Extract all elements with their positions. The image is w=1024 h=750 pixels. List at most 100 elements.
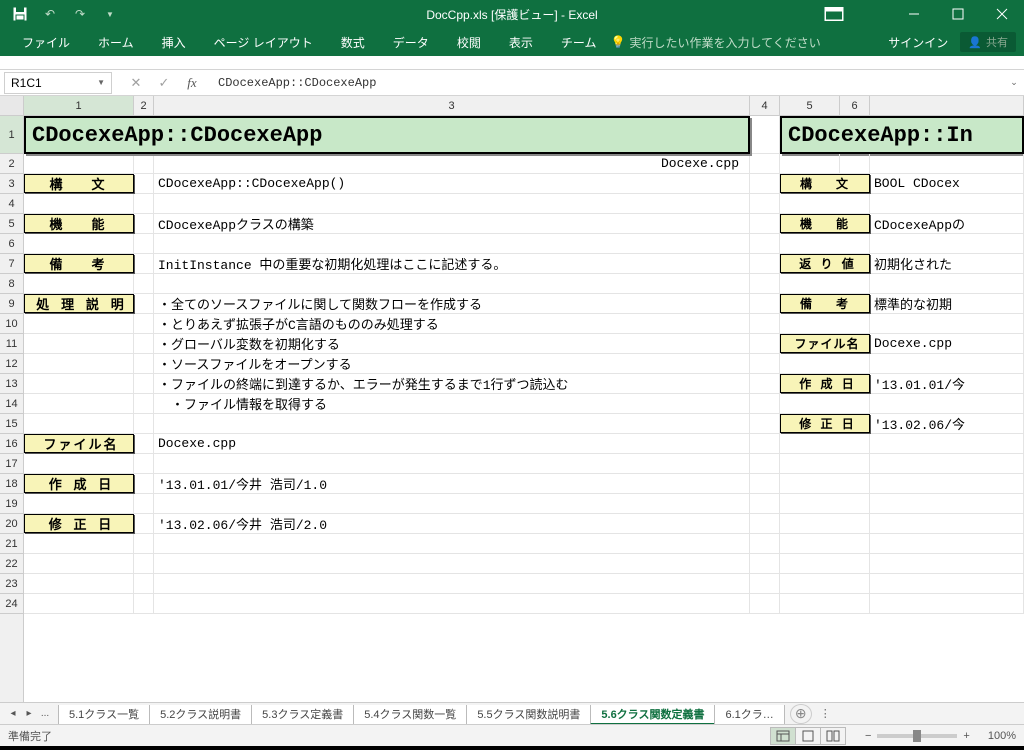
select-all-button[interactable] bbox=[0, 96, 24, 115]
cell[interactable] bbox=[840, 154, 870, 173]
new-sheet-button[interactable]: ⊕ bbox=[790, 704, 812, 724]
cell[interactable] bbox=[750, 116, 780, 153]
cell[interactable] bbox=[780, 534, 870, 553]
column-header[interactable]: 1 bbox=[24, 96, 134, 115]
cell[interactable] bbox=[780, 554, 870, 573]
cell[interactable]: ・ソースファイルをオープンする bbox=[154, 354, 750, 373]
cell[interactable]: CDocexeAppクラスの構築 bbox=[154, 214, 750, 233]
cell[interactable] bbox=[24, 374, 134, 393]
row-header[interactable]: 22 bbox=[0, 554, 23, 574]
cell[interactable] bbox=[870, 194, 1024, 213]
field-label[interactable]: 修 正 日 bbox=[24, 514, 134, 533]
column-header[interactable]: 5 bbox=[780, 96, 840, 115]
cell[interactable] bbox=[750, 154, 780, 173]
cell[interactable] bbox=[134, 194, 154, 213]
cell[interactable] bbox=[134, 594, 154, 613]
row-header[interactable]: 5 bbox=[0, 214, 23, 234]
cell[interactable] bbox=[24, 494, 134, 513]
ribbon-tab-pagelayout[interactable]: ページ レイアウト bbox=[200, 28, 327, 56]
tab-nav-first-button[interactable]: ◂ bbox=[6, 708, 20, 719]
signin-link[interactable]: サインイン bbox=[888, 34, 948, 51]
cell[interactable] bbox=[154, 414, 750, 433]
cell[interactable]: ・全てのソースファイルに関して関数フローを作成する bbox=[154, 294, 750, 313]
sheet-tab[interactable]: 5.4クラス関数一覧 bbox=[353, 705, 467, 725]
cell[interactable] bbox=[780, 434, 870, 453]
ribbon-tab-home[interactable]: ホーム bbox=[84, 28, 148, 56]
cell[interactable] bbox=[24, 534, 134, 553]
row-header[interactable]: 24 bbox=[0, 594, 23, 614]
column-header[interactable]: 3 bbox=[154, 96, 750, 115]
ribbon-tab-view[interactable]: 表示 bbox=[495, 28, 547, 56]
row-header[interactable]: 20 bbox=[0, 514, 23, 534]
undo-button[interactable]: ↶ bbox=[36, 1, 64, 27]
cell[interactable] bbox=[870, 314, 1024, 333]
row-header[interactable]: 6 bbox=[0, 234, 23, 254]
cell[interactable] bbox=[780, 454, 870, 473]
formula-input[interactable] bbox=[212, 72, 1004, 94]
sheet-tab[interactable]: 5.3クラス定義書 bbox=[251, 705, 354, 725]
tab-nav-prev-button[interactable]: ▸ bbox=[22, 708, 36, 719]
redo-button[interactable]: ↷ bbox=[66, 1, 94, 27]
cell[interactable]: BOOL CDocex bbox=[870, 174, 1024, 193]
name-box[interactable]: R1C1 ▼ bbox=[4, 72, 112, 94]
sheet-tab[interactable]: 6.1クラ… bbox=[714, 705, 784, 725]
tell-me-search[interactable]: 💡 実行したい作業を入力してください bbox=[610, 34, 820, 51]
cell[interactable] bbox=[134, 394, 154, 413]
row-header[interactable]: 4 bbox=[0, 194, 23, 214]
cell[interactable] bbox=[154, 494, 750, 513]
field-label[interactable]: 作 成 日 bbox=[24, 474, 134, 493]
cell[interactable] bbox=[134, 314, 154, 333]
tab-nav-ellipsis[interactable]: ... bbox=[38, 708, 52, 719]
cell[interactable] bbox=[750, 454, 780, 473]
row-header[interactable]: 8 bbox=[0, 274, 23, 294]
cell[interactable] bbox=[870, 154, 1024, 173]
cell[interactable] bbox=[870, 494, 1024, 513]
cell[interactable] bbox=[24, 414, 134, 433]
cell[interactable]: CDocexeAppの bbox=[870, 214, 1024, 233]
cell[interactable] bbox=[134, 434, 154, 453]
field-label[interactable]: 処 理 説 明 bbox=[24, 294, 134, 313]
row-header[interactable]: 23 bbox=[0, 574, 23, 594]
cell[interactable] bbox=[780, 194, 870, 213]
cell[interactable]: 初期化された bbox=[870, 254, 1024, 273]
row-header[interactable]: 13 bbox=[0, 374, 23, 394]
field-label[interactable]: 備 考 bbox=[24, 254, 134, 273]
qat-customize-button[interactable]: ▼ bbox=[96, 1, 124, 27]
cell[interactable] bbox=[750, 594, 780, 613]
cell[interactable] bbox=[750, 214, 780, 233]
cell[interactable] bbox=[870, 474, 1024, 493]
column-header[interactable]: 2 bbox=[134, 96, 154, 115]
cell[interactable] bbox=[134, 514, 154, 533]
cell[interactable] bbox=[750, 554, 780, 573]
ribbon-tab-insert[interactable]: 挿入 bbox=[148, 28, 200, 56]
ribbon-tab-file[interactable]: ファイル bbox=[8, 28, 84, 56]
cell[interactable] bbox=[750, 434, 780, 453]
cell[interactable] bbox=[750, 174, 780, 193]
cell[interactable] bbox=[154, 274, 750, 293]
row-header[interactable]: 9 bbox=[0, 294, 23, 314]
sheet-tab[interactable]: 5.6クラス関数定義書 bbox=[590, 705, 715, 725]
field-label[interactable]: 機 能 bbox=[780, 214, 870, 233]
cell[interactable] bbox=[780, 574, 870, 593]
cell[interactable] bbox=[870, 434, 1024, 453]
cell[interactable] bbox=[134, 294, 154, 313]
cell[interactable]: CDocexeApp::CDocexeApp() bbox=[154, 174, 750, 193]
formula-bar-expand-button[interactable]: ⌄ bbox=[1004, 77, 1024, 88]
field-label[interactable]: 作 成 日 bbox=[780, 374, 870, 393]
cell[interactable]: Docexe.cpp bbox=[154, 434, 750, 453]
cell[interactable] bbox=[24, 154, 134, 173]
maximize-button[interactable] bbox=[936, 0, 980, 28]
name-box-dropdown-icon[interactable]: ▼ bbox=[97, 78, 105, 87]
cell[interactable] bbox=[134, 574, 154, 593]
cell[interactable] bbox=[24, 354, 134, 373]
cell[interactable] bbox=[134, 254, 154, 273]
cell[interactable] bbox=[870, 554, 1024, 573]
cell[interactable]: 標準的な初期 bbox=[870, 294, 1024, 313]
row-header[interactable]: 1 bbox=[0, 116, 23, 154]
cell[interactable] bbox=[134, 454, 154, 473]
cell[interactable] bbox=[780, 154, 840, 173]
cell[interactable] bbox=[134, 354, 154, 373]
ribbon-display-options-button[interactable] bbox=[824, 4, 844, 24]
cell[interactable] bbox=[750, 194, 780, 213]
row-header[interactable]: 10 bbox=[0, 314, 23, 334]
